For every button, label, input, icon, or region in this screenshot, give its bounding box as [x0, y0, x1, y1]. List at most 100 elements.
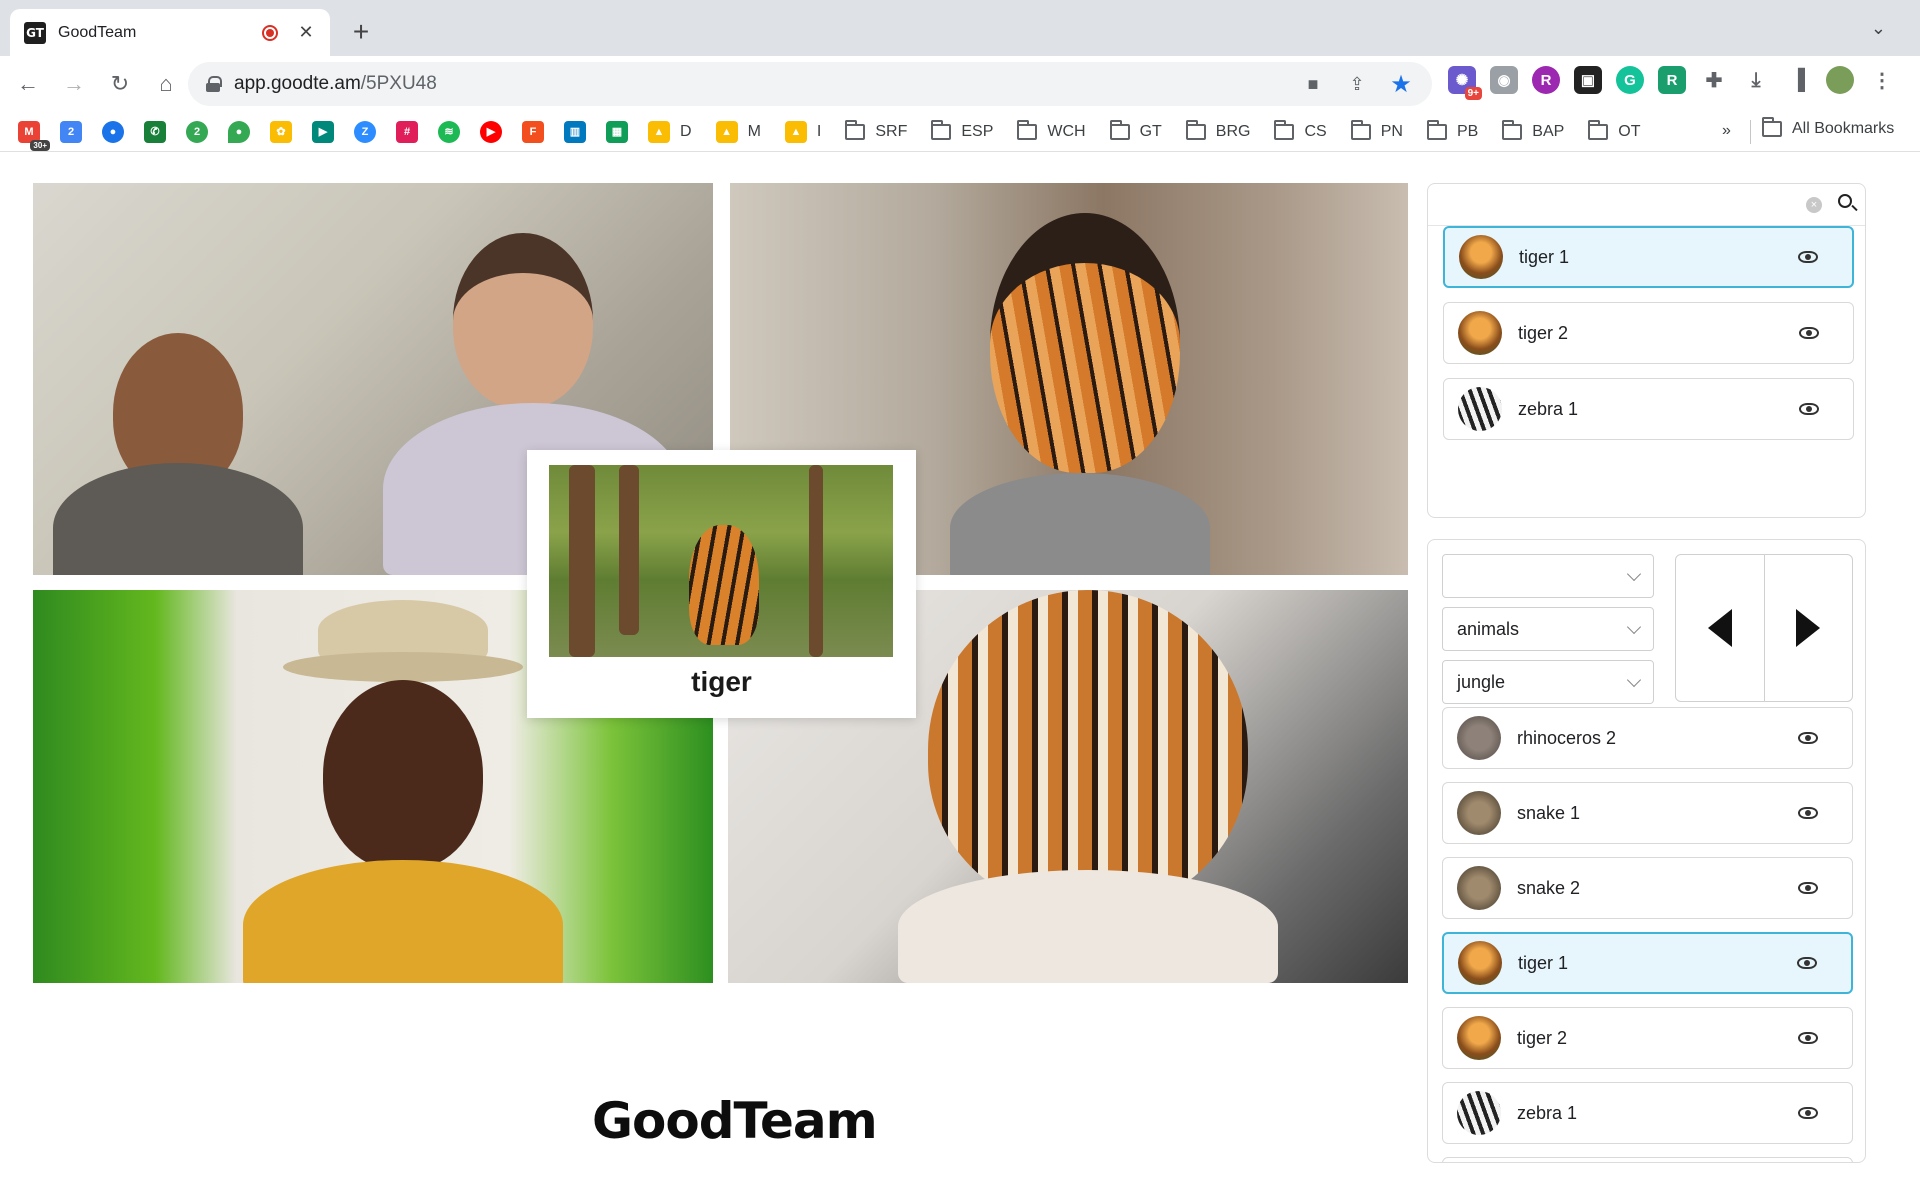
- bookmark-drive-d[interactable]: ▲ D: [648, 120, 692, 143]
- extension-dark-icon[interactable]: ▣: [1574, 66, 1602, 94]
- puzzle-extensions-icon[interactable]: ✚: [1700, 66, 1728, 94]
- effect-label: zebra 1: [1518, 398, 1579, 419]
- photos-bookmark-icon[interactable]: ✿: [270, 120, 292, 143]
- gmail-bookmark-icon[interactable]: M 30+: [18, 120, 50, 151]
- all-bookmarks-button[interactable]: All Bookmarks: [1762, 117, 1894, 138]
- bookmark-folder-ot[interactable]: OT: [1588, 119, 1641, 141]
- clear-search-icon[interactable]: ×: [1806, 197, 1822, 213]
- goodteam-favicon-icon: GT: [24, 21, 46, 44]
- next-button[interactable]: [1763, 555, 1853, 701]
- library-item[interactable]: rhinoceros 2: [1442, 707, 1853, 769]
- effect-item[interactable]: zebra 1: [1443, 378, 1854, 440]
- library-item[interactable]: snake 2: [1442, 857, 1853, 919]
- effect-label: tiger 1: [1519, 246, 1570, 267]
- effect-item[interactable]: tiger 2: [1443, 302, 1854, 364]
- eye-icon[interactable]: [1798, 251, 1818, 263]
- bookmark-folder-gt[interactable]: GT: [1109, 119, 1162, 141]
- bookmark-folder-cs[interactable]: CS: [1274, 119, 1327, 141]
- figma-bookmark-icon[interactable]: F: [522, 120, 544, 143]
- category-select-animals[interactable]: animals: [1442, 607, 1654, 651]
- category-select-jungle[interactable]: jungle: [1442, 660, 1654, 704]
- bookmark-folder-label: CS: [1304, 122, 1327, 140]
- select-value: animals: [1457, 618, 1520, 639]
- back-button[interactable]: ←: [10, 66, 46, 102]
- eye-icon[interactable]: [1798, 1107, 1818, 1119]
- calendar-bookmark-icon[interactable]: 2: [60, 120, 82, 143]
- share-icon[interactable]: ⇪: [1344, 71, 1370, 97]
- url-text[interactable]: app.goodte.am/5PXU48: [234, 73, 1282, 95]
- phone-bookmark-icon[interactable]: ✆: [144, 120, 166, 143]
- zoom-bookmark-icon[interactable]: Z: [354, 120, 376, 143]
- eye-icon[interactable]: [1799, 327, 1819, 339]
- bookmark-folder-bap[interactable]: BAP: [1502, 119, 1564, 141]
- extension-r-icon[interactable]: R: [1658, 66, 1686, 94]
- bookmark-folder-pn[interactable]: PN: [1350, 119, 1403, 141]
- reload-button[interactable]: ↻: [102, 66, 138, 102]
- effect-item[interactable]: tiger 1: [1443, 226, 1854, 288]
- library-item[interactable]: snake 1: [1442, 782, 1853, 844]
- camera-extension-icon[interactable]: ◉: [1490, 66, 1518, 94]
- tiger-thumbnail: [1458, 311, 1502, 355]
- close-tab-icon[interactable]: ✕: [296, 22, 316, 43]
- bookmark-folder-wch[interactable]: WCH: [1017, 119, 1086, 141]
- maps-bookmark-icon[interactable]: ●: [228, 120, 250, 143]
- navigation-pad: [1675, 554, 1853, 702]
- bookmark-drive-i[interactable]: ▲ I: [784, 120, 821, 143]
- library-item[interactable]: tiger 1: [1442, 932, 1853, 994]
- meet-bookmark-icon[interactable]: ▶: [312, 120, 334, 143]
- spotify-bookmark-icon[interactable]: ≋: [438, 120, 460, 143]
- sheets-bookmark-icon[interactable]: ▦: [606, 120, 628, 143]
- lock-icon[interactable]: [206, 76, 222, 92]
- trello-bookmark-icon[interactable]: ▥: [564, 120, 586, 143]
- youtube-music-bookmark-icon[interactable]: ▶: [480, 120, 502, 143]
- effect-label: tiger 2: [1518, 322, 1569, 343]
- address-bar[interactable]: app.goodte.am/5PXU48 ■ ⇪ ★: [188, 62, 1432, 106]
- grammarly-icon[interactable]: G: [1616, 66, 1644, 94]
- eye-icon[interactable]: [1797, 957, 1817, 969]
- folder-icon: [1274, 119, 1295, 140]
- library-item[interactable]: zebra 1: [1442, 1082, 1853, 1144]
- extension-purple-icon[interactable]: R: [1532, 66, 1560, 94]
- new-tab-button[interactable]: +: [346, 14, 376, 50]
- library-item[interactable]: tiger 2: [1442, 1007, 1853, 1069]
- chat-bookmark-icon[interactable]: 2: [186, 120, 208, 143]
- bookmark-folder-pb[interactable]: PB: [1426, 119, 1478, 141]
- browser-tab[interactable]: GT GoodTeam ✕: [10, 9, 330, 56]
- eye-icon[interactable]: [1798, 732, 1818, 744]
- extension-sparkle-icon[interactable]: ✺ 9+: [1448, 66, 1482, 100]
- camera-in-use-icon[interactable]: ■: [1300, 71, 1326, 97]
- library-item-label: rhinoceros 2: [1517, 727, 1617, 748]
- bookmark-drive-m[interactable]: ▲ M: [715, 120, 761, 143]
- download-icon[interactable]: ⤓: [1742, 66, 1770, 94]
- slack-bookmark-icon[interactable]: #: [396, 120, 418, 143]
- contacts-bookmark-icon[interactable]: ●: [102, 120, 124, 143]
- chevron-down-icon: [1626, 672, 1642, 688]
- library-item-partial[interactable]: [1442, 1157, 1853, 1162]
- bookmark-folder-esp[interactable]: ESP: [931, 119, 993, 141]
- bookmark-folder-brg[interactable]: BRG: [1185, 119, 1251, 141]
- bookmark-star-icon[interactable]: ★: [1388, 71, 1414, 98]
- profile-avatar[interactable]: [1826, 66, 1854, 94]
- forward-button[interactable]: →: [56, 66, 92, 102]
- bookmark-folder-label: GT: [1139, 122, 1162, 140]
- tiger-thumbnail: [1458, 941, 1502, 985]
- search-input[interactable]: [1438, 190, 1798, 220]
- search-icon[interactable]: [1838, 194, 1852, 208]
- library-item-label: zebra 1: [1517, 1102, 1578, 1123]
- bookmarks-overflow-button[interactable]: »: [1722, 122, 1731, 140]
- eye-icon[interactable]: [1798, 1032, 1818, 1044]
- tab-search-chevron-icon[interactable]: ⌄: [1871, 18, 1886, 39]
- side-panel-icon[interactable]: ▐: [1784, 66, 1812, 94]
- folder-icon: [845, 119, 866, 140]
- home-button[interactable]: ⌂: [148, 66, 184, 102]
- folder-icon: [931, 119, 952, 140]
- category-select-empty[interactable]: [1442, 554, 1654, 598]
- select-value: jungle: [1457, 671, 1506, 692]
- previous-button[interactable]: [1676, 555, 1764, 701]
- bookmark-folder-label: BRG: [1215, 122, 1251, 140]
- eye-icon[interactable]: [1798, 882, 1818, 894]
- eye-icon[interactable]: [1798, 807, 1818, 819]
- eye-icon[interactable]: [1799, 403, 1819, 415]
- bookmark-folder-srf[interactable]: SRF: [845, 119, 907, 141]
- browser-menu-icon[interactable]: ⋮: [1868, 66, 1896, 94]
